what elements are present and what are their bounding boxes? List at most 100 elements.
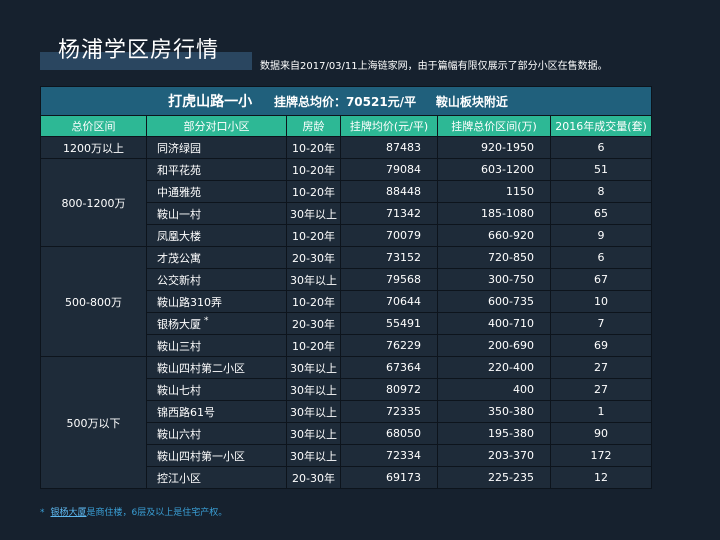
- total-price-text: 400: [513, 383, 534, 396]
- avg-price-text: 87483: [386, 141, 421, 154]
- community-name-cell: 公交新村: [146, 268, 287, 291]
- footnote-link[interactable]: 银杨大厦: [51, 508, 87, 518]
- building-age-cell: 20-30年: [286, 312, 341, 335]
- price-range-cell: 500-800万: [40, 246, 147, 357]
- avg-price-text: 88448: [386, 185, 421, 198]
- price-range-cell: 1200万以上: [40, 136, 147, 159]
- volume-cell: 1: [549, 400, 653, 423]
- total-price-cell: 300-750: [437, 268, 551, 291]
- volume-cell: 6: [549, 136, 653, 159]
- community-name-text: 公交新村: [157, 273, 201, 287]
- building-age-cell: 10-20年: [286, 334, 341, 357]
- volume-cell: 172: [549, 444, 653, 467]
- community-name-text: 鞍山路310弄: [157, 295, 222, 309]
- total-price-text: 185-1080: [481, 207, 534, 220]
- community-name-text: 鞍山三村: [157, 339, 201, 353]
- building-age-text: 20-30年: [292, 471, 335, 485]
- building-age-cell: 30年以上: [286, 400, 341, 423]
- community-name-text: 控江小区: [157, 471, 201, 485]
- building-age-cell: 30年以上: [286, 268, 341, 291]
- volume-cell: 12: [549, 466, 653, 489]
- total-price-text: 920-1950: [481, 141, 534, 154]
- community-name-cell: 鞍山路310弄: [146, 290, 287, 313]
- community-name-cell: 才茂公寓: [146, 246, 287, 269]
- table-banner: 打虎山路一小 挂牌总均价：70521元/平 鞍山板块附近: [39, 86, 653, 116]
- volume-cell: 9: [549, 224, 653, 247]
- avg-price-text: 71342: [386, 207, 421, 220]
- column-header: 总价区间: [40, 115, 147, 137]
- community-name-text: 鞍山四村第二小区: [157, 361, 245, 375]
- building-age-text: 10-20年: [292, 141, 335, 155]
- community-name-text: 鞍山七村: [157, 383, 201, 397]
- volume-text: 6: [597, 141, 605, 154]
- building-age-cell: 30年以上: [286, 356, 341, 379]
- community-name-cell: 鞍山一村: [146, 202, 287, 225]
- total-price-cell: 600-735: [437, 290, 551, 313]
- building-age-cell: 10-20年: [286, 224, 341, 247]
- building-age-cell: 30年以上: [286, 378, 341, 401]
- avg-price-cell: 71342: [340, 202, 438, 225]
- volume-text: 90: [594, 427, 609, 440]
- total-price-cell: 603-1200: [437, 158, 551, 181]
- avg-price-text: 72334: [386, 449, 421, 462]
- footnote-text: 是商住楼，6层及以上是住宅产权。: [86, 508, 228, 518]
- total-price-text: 225-235: [488, 471, 534, 484]
- total-price-cell: 920-1950: [437, 136, 551, 159]
- column-header: 挂牌总价区间(万): [437, 115, 551, 137]
- building-age-cell: 10-20年: [286, 136, 341, 159]
- community-name-cell: 鞍山三村: [146, 334, 287, 357]
- building-age-text: 10-20年: [292, 229, 335, 243]
- total-price-text: 400-710: [488, 317, 534, 330]
- avg-price-cell: 87483: [340, 136, 438, 159]
- building-age-text: 10-20年: [292, 295, 335, 309]
- community-name-text: 中通雅苑: [157, 185, 201, 199]
- building-age-text: 30年以上: [290, 449, 337, 463]
- building-age-text: 20-30年: [292, 251, 335, 265]
- total-price-cell: 200-690: [437, 334, 551, 357]
- volume-cell: 67: [549, 268, 653, 291]
- building-age-cell: 10-20年: [286, 290, 341, 313]
- column-header: 部分对口小区: [146, 115, 287, 137]
- building-age-cell: 20-30年: [286, 466, 341, 489]
- building-age-text: 30年以上: [290, 273, 337, 287]
- total-price-cell: 220-400: [437, 356, 551, 379]
- volume-text: 51: [594, 163, 609, 176]
- total-price-text: 203-370: [488, 449, 534, 462]
- footnote-star: *: [204, 315, 209, 326]
- avg-price-text: 70644: [386, 295, 421, 308]
- building-age-cell: 30年以上: [286, 444, 341, 467]
- community-name-cell: 鞍山四村第二小区: [146, 356, 287, 379]
- building-age-text: 30年以上: [290, 207, 337, 221]
- volume-text: 67: [594, 273, 609, 286]
- community-name-text: 鞍山一村: [157, 207, 201, 221]
- avg-price-text: 72335: [386, 405, 421, 418]
- community-name-text: 同济绿园: [157, 141, 201, 155]
- avg-price-text: 76229: [386, 339, 421, 352]
- volume-cell: 65: [549, 202, 653, 225]
- avg-price-text: 79084: [386, 163, 421, 176]
- total-price-text: 720-850: [488, 251, 534, 264]
- total-price-cell: 400: [437, 378, 551, 401]
- avg-price-cell: 55491: [340, 312, 438, 335]
- table-row: 500-800万 才茂公寓 20-30年 73152 720-850 6: [40, 246, 653, 357]
- community-name-text: 鞍山四村第一小区: [157, 449, 245, 463]
- area-label: 鞍山板块附近: [435, 95, 508, 109]
- volume-cell: 90: [549, 422, 653, 445]
- building-age-cell: 30年以上: [286, 202, 341, 225]
- total-price-text: 600-735: [488, 295, 534, 308]
- total-price-cell: 350-380: [437, 400, 551, 423]
- avg-price-cell: 88448: [340, 180, 438, 203]
- avg-price-text: 68050: [386, 427, 421, 440]
- avg-price-cell: 69173: [340, 466, 438, 489]
- volume-text: 1: [597, 405, 605, 418]
- total-price-text: 220-400: [488, 361, 534, 374]
- community-name-cell: 锦西路61号: [146, 400, 287, 423]
- building-age-text: 20-30年: [292, 317, 335, 331]
- community-name-cell: 银杨大厦 *: [146, 312, 287, 335]
- table-row: 800-1200万 和平花苑 10-20年 79084 603-1200 51: [40, 158, 653, 247]
- community-name-text: 锦西路61号: [157, 405, 215, 419]
- community-name-text: 凤凰大楼: [157, 229, 201, 243]
- community-name-cell: 鞍山四村第一小区: [146, 444, 287, 467]
- community-name-cell: 控江小区: [146, 466, 287, 489]
- avg-price-text: 70079: [386, 229, 421, 242]
